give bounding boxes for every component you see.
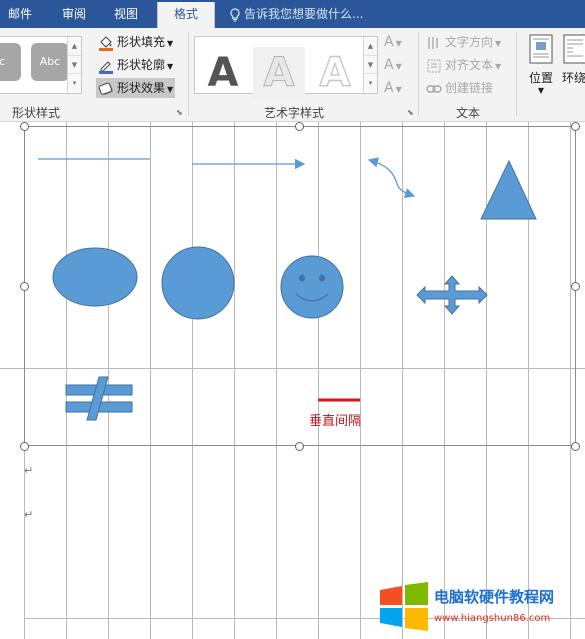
link-icon bbox=[426, 84, 442, 93]
site-watermark: 电脑软硬件教程网 www.hiangshun86.com bbox=[378, 580, 585, 639]
paragraph-mark: ↵ bbox=[24, 464, 34, 477]
ribbon-tab-bar: 邮件 审阅 视图 格式 告诉我您想要做什么... bbox=[0, 0, 585, 28]
windows-logo-icon bbox=[380, 582, 428, 631]
gallery-scroll[interactable]: ▲ ▼ ▾ bbox=[363, 37, 377, 93]
tab-view[interactable]: 视图 bbox=[104, 0, 148, 28]
chevron-down-icon: ▼ bbox=[395, 62, 402, 71]
shape-style-thumb[interactable]: c bbox=[0, 43, 21, 81]
not-equal-shape[interactable] bbox=[65, 376, 133, 421]
tell-me-placeholder: 告诉我您想要做什么... bbox=[244, 7, 364, 21]
vertical-gap-label: 垂直间隔 bbox=[309, 414, 362, 429]
chevron-down-icon: ▼ bbox=[495, 39, 502, 48]
chevron-down-icon: ▼ bbox=[167, 62, 174, 71]
four-way-arrow-shape[interactable] bbox=[416, 275, 488, 315]
wordart-style-fill[interactable]: A bbox=[197, 47, 249, 99]
wrap-text-icon bbox=[563, 34, 585, 64]
tab-review[interactable]: 审阅 bbox=[52, 0, 96, 28]
chevron-down-icon: ▼ bbox=[537, 86, 545, 95]
chevron-down-icon: ▼ bbox=[395, 39, 402, 48]
shape-style-thumb[interactable]: Abc bbox=[31, 43, 69, 81]
shape-fill-button[interactable]: 形状填充 ▼ bbox=[98, 32, 173, 52]
tell-me-search[interactable]: 告诉我您想要做什么... bbox=[230, 0, 363, 28]
dialog-launcher-icon[interactable]: ⬊ bbox=[407, 108, 417, 118]
shape-effects-icon bbox=[98, 82, 113, 95]
dialog-launcher-icon[interactable]: ⬊ bbox=[176, 108, 186, 118]
ribbon: c Abc ▲ ▼ ▾ 形状填充 ▼ 形状轮廓 ▼ 形状效果 ▼ 形状样式 ⬊ A A… bbox=[0, 28, 585, 122]
chevron-down-icon: ▼ bbox=[167, 85, 174, 94]
document-area[interactable]: 垂直间隔 ↵ ↵ bbox=[0, 122, 585, 639]
position-label: 位置 bbox=[528, 71, 553, 85]
shape-outline-button[interactable]: 形状轮廓 ▼ bbox=[98, 55, 173, 75]
paint-bucket-icon bbox=[99, 35, 113, 51]
shape-style-gallery[interactable]: c Abc ▲ ▼ ▾ bbox=[0, 36, 82, 94]
text-fill-button[interactable]: A ▼ bbox=[384, 32, 402, 52]
smiley-face-shape[interactable] bbox=[280, 255, 344, 319]
triangle-shape[interactable] bbox=[480, 159, 537, 220]
circle-shape[interactable] bbox=[161, 246, 235, 320]
position-icon bbox=[529, 34, 553, 64]
wrap-text-label: 环绕 bbox=[562, 71, 585, 85]
text-outline-button[interactable]: A ▼ bbox=[384, 55, 402, 75]
tab-format[interactable]: 格式 bbox=[157, 2, 215, 28]
shapes-layer bbox=[38, 157, 537, 421]
gallery-more-icon[interactable]: ▾ bbox=[68, 74, 81, 93]
watermark-url: www.hiangshun86.com bbox=[434, 613, 551, 624]
position-button[interactable]: 位置 ▼ bbox=[526, 34, 556, 95]
align-text-button[interactable]: 对齐文本 ▼ bbox=[426, 55, 501, 75]
group-divider bbox=[516, 32, 517, 116]
shape-effects-button[interactable]: 形状效果 ▼ bbox=[96, 78, 176, 98]
wordart-style-outline[interactable]: A bbox=[309, 47, 361, 99]
oval-shape[interactable] bbox=[52, 247, 138, 307]
align-text-icon bbox=[427, 59, 441, 72]
group-divider bbox=[188, 32, 189, 116]
gallery-more-icon[interactable]: ▾ bbox=[364, 74, 377, 93]
lightbulb-icon bbox=[230, 7, 240, 22]
text-direction-icon bbox=[428, 36, 438, 49]
group-label-shape-styles: 形状样式 bbox=[12, 106, 61, 120]
pen-outline-icon bbox=[99, 60, 113, 74]
gallery-down-icon[interactable]: ▼ bbox=[68, 56, 81, 75]
gallery-up-icon[interactable]: ▲ bbox=[364, 37, 377, 56]
paragraph-mark: ↵ bbox=[24, 508, 34, 521]
gallery-down-icon[interactable]: ▼ bbox=[364, 56, 377, 75]
chevron-down-icon: ▼ bbox=[495, 62, 502, 71]
create-link-button[interactable]: 创建链接 bbox=[426, 78, 493, 98]
text-direction-button[interactable]: 文字方向 ▼ bbox=[426, 32, 501, 52]
text-effects-button[interactable]: A ▼ bbox=[384, 78, 402, 98]
wordart-gallery[interactable]: A A A ▲ ▼ ▾ bbox=[194, 36, 378, 99]
chevron-down-icon: ▼ bbox=[167, 39, 174, 48]
watermark-title: 电脑软硬件教程网 bbox=[434, 588, 555, 606]
chevron-down-icon: ▼ bbox=[395, 85, 402, 94]
gallery-scroll[interactable]: ▲ ▼ ▾ bbox=[67, 37, 81, 93]
group-label-wordart-styles: 艺术字样式 bbox=[264, 106, 325, 120]
curved-double-arrow-shape[interactable] bbox=[367, 157, 416, 199]
group-divider bbox=[418, 32, 419, 116]
wrap-text-button[interactable]: 环绕 bbox=[562, 34, 585, 86]
wordart-style-light[interactable]: A bbox=[253, 47, 305, 99]
tab-mailings[interactable]: 邮件 bbox=[0, 0, 40, 28]
group-label-text: 文本 bbox=[456, 106, 481, 120]
gallery-up-icon[interactable]: ▲ bbox=[68, 37, 81, 56]
